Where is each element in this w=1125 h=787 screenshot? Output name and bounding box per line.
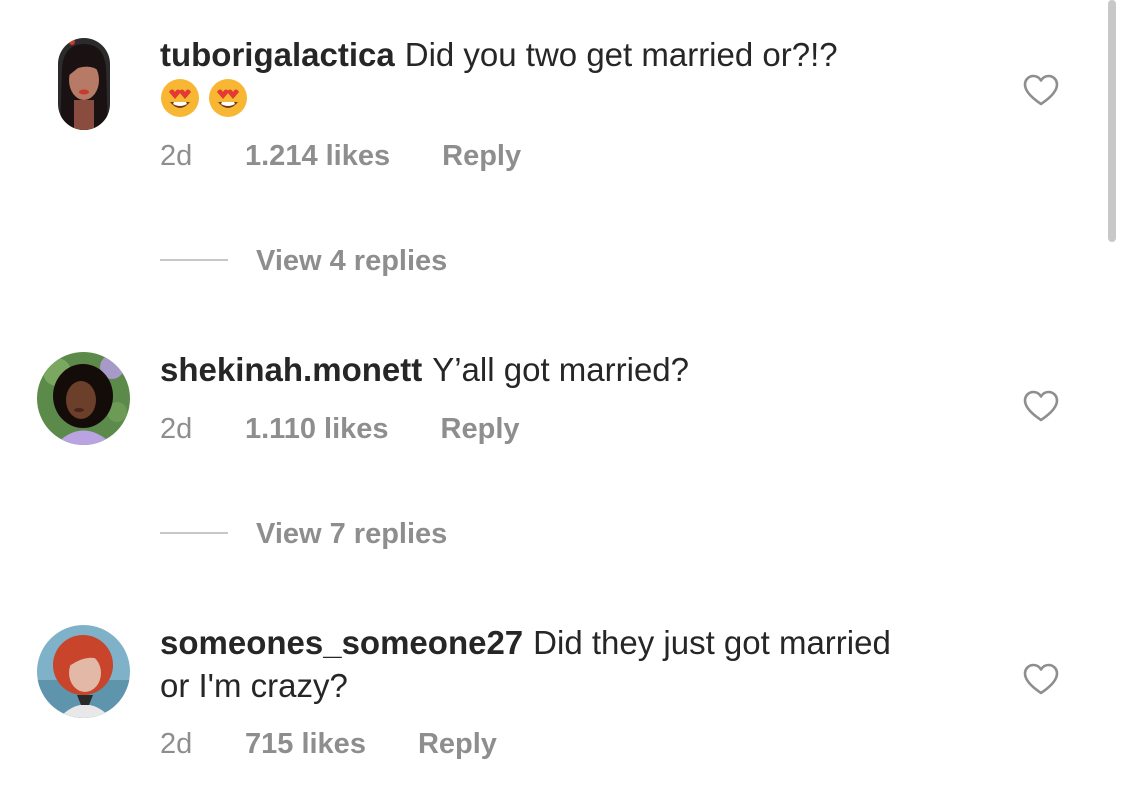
comment-meta: 2d 1.214 likes Reply xyxy=(160,140,521,173)
comment-text: someones_someone27 Did they just got marr… xyxy=(160,621,920,707)
reply-button[interactable]: Reply xyxy=(442,140,521,173)
comment-username[interactable]: tuborigalactica xyxy=(160,36,395,73)
comment-username[interactable]: someones_someone27 xyxy=(160,624,523,661)
comment-username[interactable]: shekinah.monett xyxy=(160,351,422,388)
comment-likes[interactable]: 1.110 likes xyxy=(245,413,389,446)
reply-button[interactable]: Reply xyxy=(418,728,497,761)
heart-outline-icon[interactable] xyxy=(1022,73,1060,107)
heart-eyes-emoji-icon xyxy=(208,78,248,118)
comment-timestamp: 2d xyxy=(160,413,193,445)
reply-button[interactable]: Reply xyxy=(441,413,520,446)
comment-text: shekinah.monett Y’all got married? xyxy=(160,348,980,391)
view-replies-button[interactable]: View 7 replies xyxy=(160,518,447,551)
comment-meta: 2d 1.110 likes Reply xyxy=(160,413,520,446)
comment-text: tuborigalactica Did you two get married o… xyxy=(160,33,980,128)
heart-eyes-emoji-icon xyxy=(160,78,200,118)
avatar[interactable] xyxy=(37,352,130,445)
comment-body: Did you two get married or?!? xyxy=(404,36,838,73)
comment-timestamp: 2d xyxy=(160,728,193,760)
replies-divider xyxy=(160,259,228,262)
comment-timestamp: 2d xyxy=(160,140,193,172)
heart-outline-icon[interactable] xyxy=(1022,389,1060,423)
heart-outline-icon[interactable] xyxy=(1022,662,1060,696)
view-replies-label: View 4 replies xyxy=(256,245,448,277)
emoji-row xyxy=(160,78,248,118)
comment-meta: 2d 715 likes Reply xyxy=(160,728,497,761)
comment-likes[interactable]: 715 likes xyxy=(245,728,366,761)
view-replies-label: View 7 replies xyxy=(256,518,448,550)
avatar[interactable] xyxy=(58,38,110,130)
comment-body: Y’all got married? xyxy=(432,351,689,388)
comment-likes[interactable]: 1.214 likes xyxy=(245,140,390,173)
view-replies-button[interactable]: View 4 replies xyxy=(160,245,447,278)
avatar[interactable] xyxy=(37,625,130,718)
replies-divider xyxy=(160,532,228,535)
scrollbar[interactable] xyxy=(1108,0,1116,242)
